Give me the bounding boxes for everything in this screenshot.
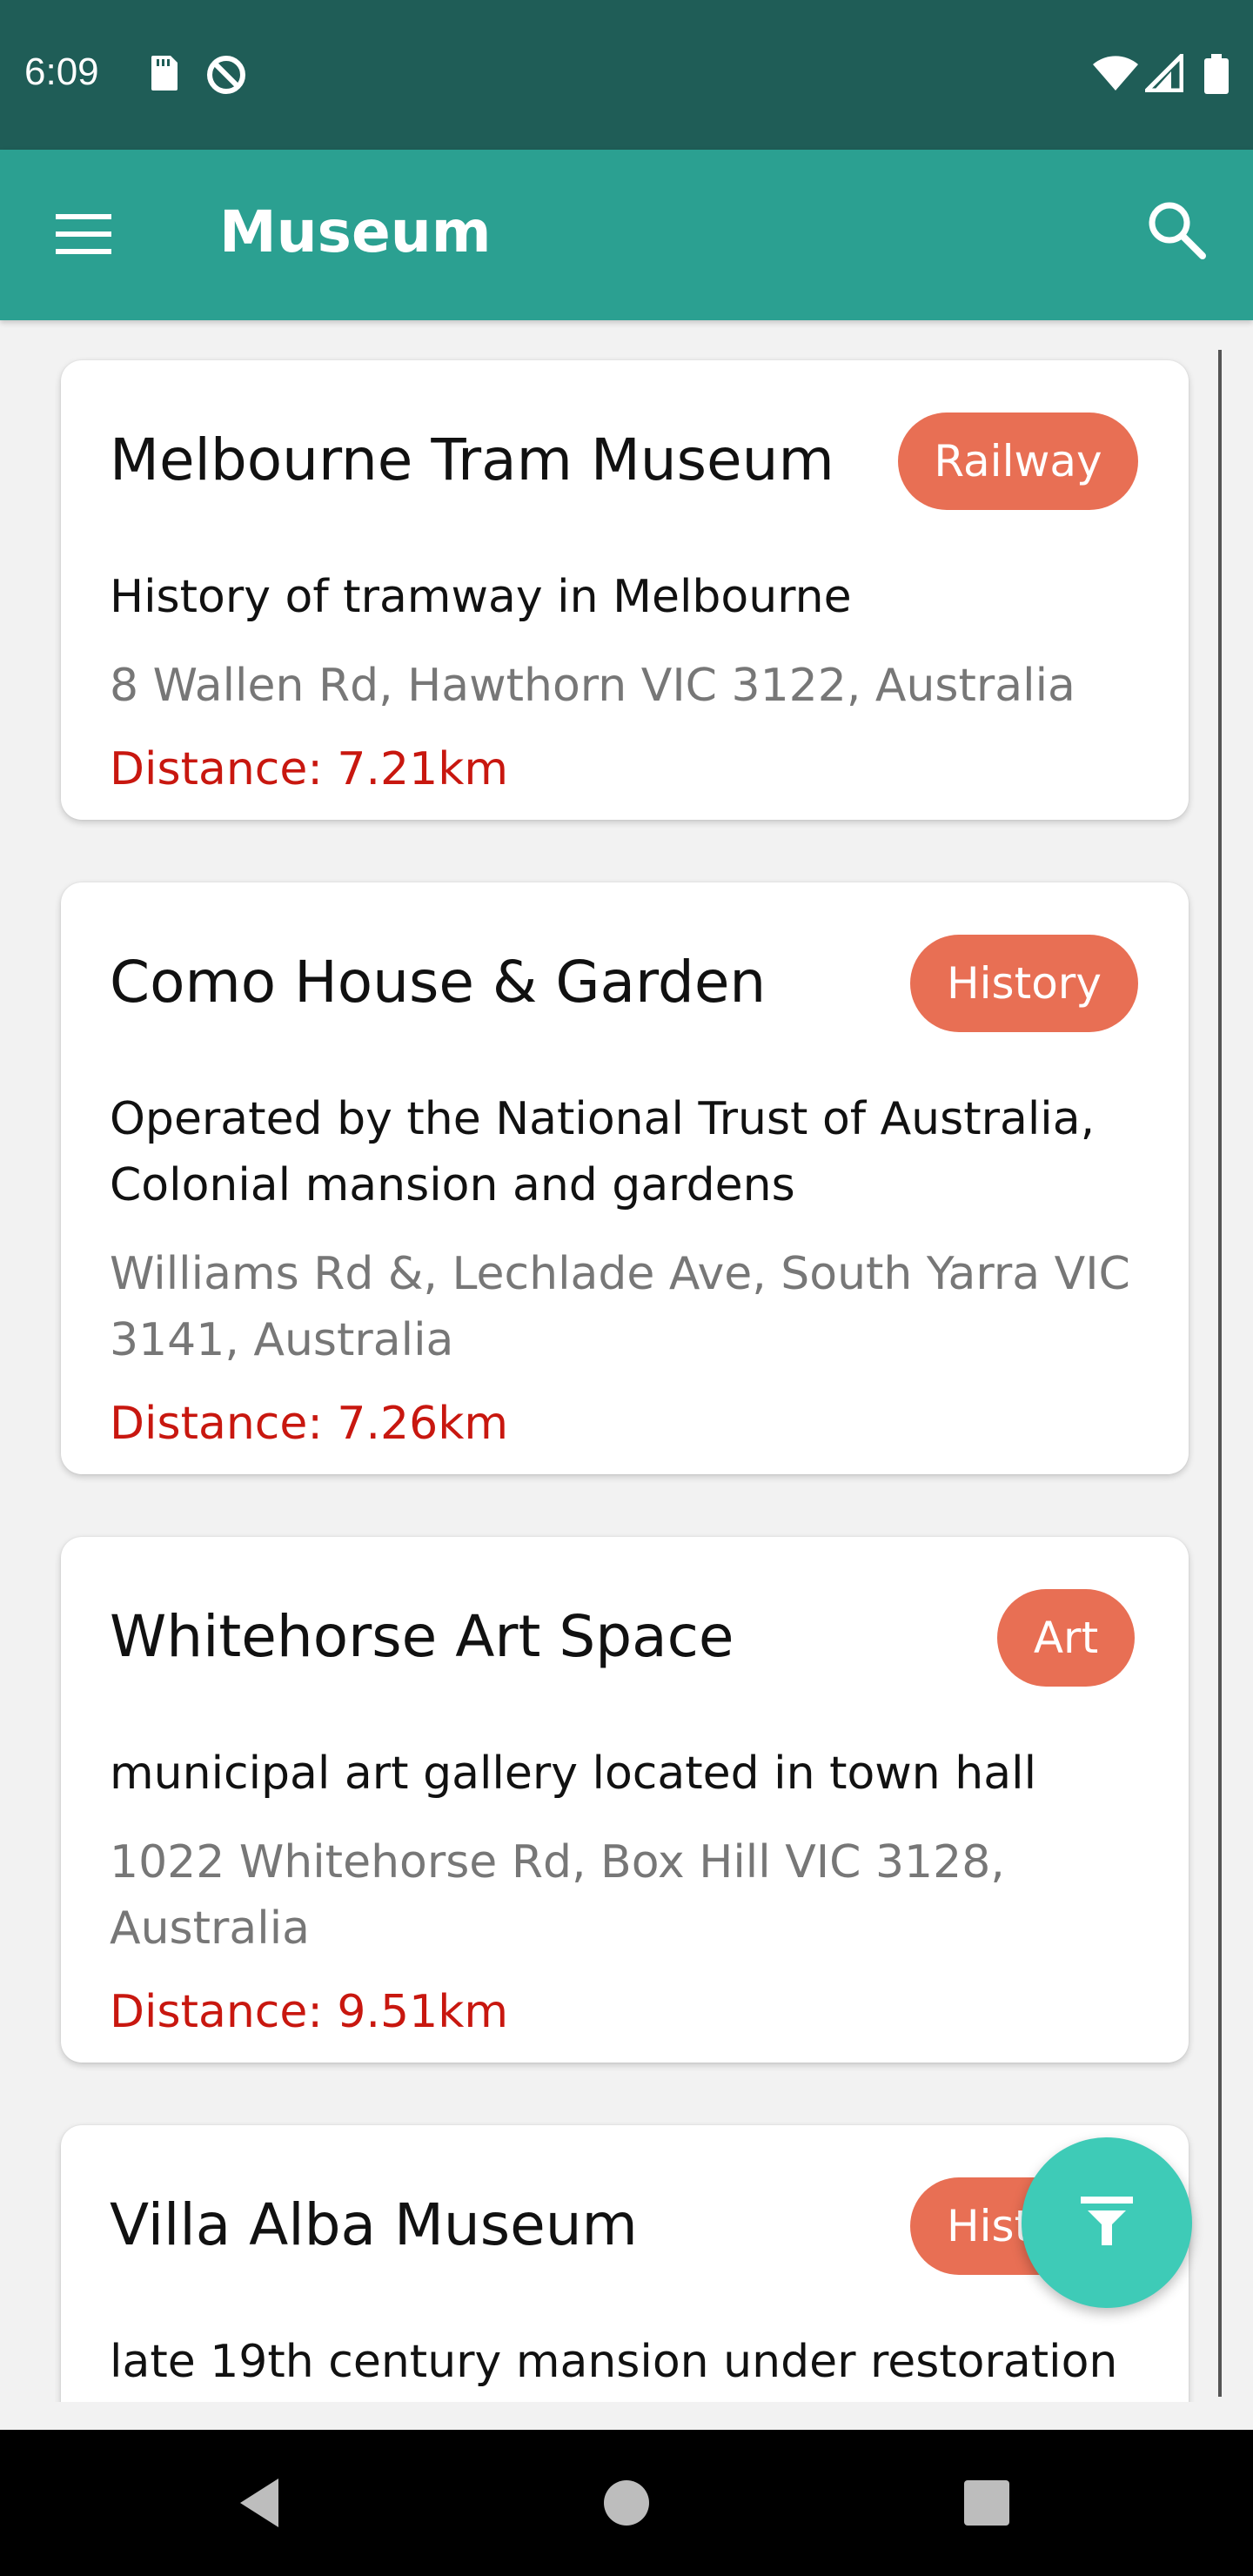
system-nav-bar (0, 2430, 1253, 2576)
museum-distance: Distance: 9.51km (110, 1986, 508, 2038)
filter-icon (1075, 2190, 1138, 2256)
museum-list[interactable]: Melbourne Tram Museum Railway History of… (0, 320, 1253, 2402)
search-icon[interactable] (1145, 198, 1215, 268)
museum-name: Como House & Garden (110, 949, 767, 1016)
museum-description: Operated by the National Trust of Austra… (110, 1093, 1096, 1211)
signal-icon (1141, 50, 1184, 96)
museum-card[interactable]: Villa Alba Museum History late 19th cent… (61, 2125, 1189, 2402)
data-saver-icon (205, 54, 247, 99)
battery-icon (1204, 54, 1229, 97)
scrollbar[interactable] (1218, 350, 1222, 2397)
museum-address: 1022 Whitehorse Rd, Box Hill VIC 3128, A… (110, 1836, 1005, 1955)
museum-description: History of tramway in Melbourne (110, 571, 852, 623)
wifi-icon (1091, 54, 1140, 96)
recents-icon[interactable] (952, 2468, 1022, 2538)
app-bar: Museum (0, 150, 1253, 320)
museum-card[interactable]: Melbourne Tram Museum Railway History of… (61, 360, 1189, 820)
category-badge: Art (997, 1589, 1135, 1687)
category-badge: Railway (898, 413, 1138, 510)
home-icon[interactable] (592, 2468, 661, 2538)
museum-address: Williams Rd &, Lechlade Ave, South Yarra… (110, 1248, 1130, 1366)
museum-card[interactable]: Como House & Garden History Operated by … (61, 882, 1189, 1474)
museum-name: Villa Alba Museum (110, 2191, 638, 2258)
status-bar: 6:09 (0, 0, 1253, 150)
museum-name: Whitehorse Art Space (110, 1603, 734, 1670)
museum-address: 8 Wallen Rd, Hawthorn VIC 3122, Australi… (110, 660, 1075, 712)
museum-distance: Distance: 7.26km (110, 1398, 508, 1450)
museum-name: Melbourne Tram Museum (110, 426, 834, 493)
museum-description: late 19th century mansion under restorat… (110, 2336, 1118, 2388)
hamburger-menu-icon[interactable] (52, 204, 122, 266)
museum-description: municipal art gallery located in town ha… (110, 1748, 1037, 1800)
status-time: 6:09 (24, 50, 99, 93)
back-icon[interactable] (228, 2468, 298, 2538)
category-badge: History (910, 935, 1138, 1032)
page-title: Museum (219, 198, 492, 265)
museum-card[interactable]: Whitehorse Art Space Art municipal art g… (61, 1537, 1189, 2063)
sd-card-icon (146, 54, 181, 96)
museum-distance: Distance: 7.21km (110, 743, 508, 795)
filter-button[interactable] (1022, 2137, 1192, 2308)
